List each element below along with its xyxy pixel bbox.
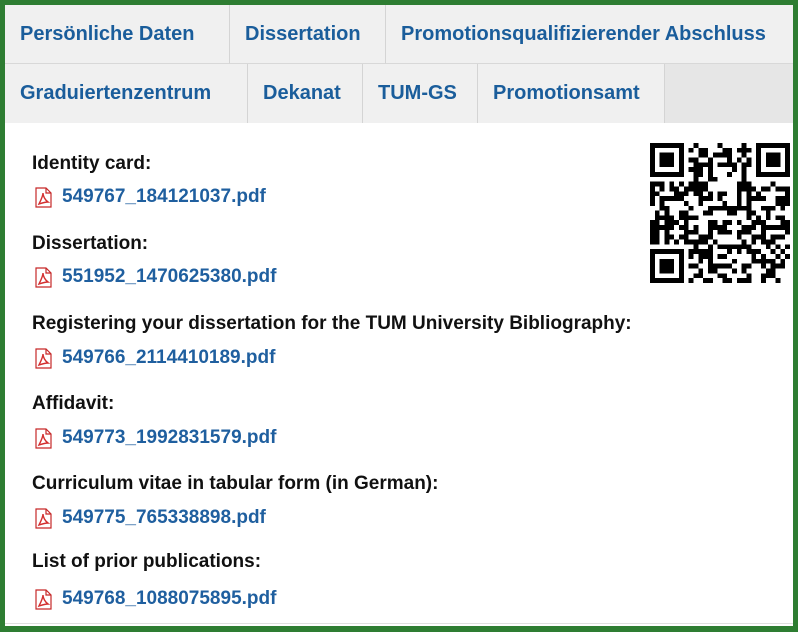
document-label-identity-card: Identity card: [32,153,152,174]
file-name[interactable]: 549775_765338898.pdf [62,507,266,529]
pdf-file-icon [35,266,52,288]
documents-content: Identity card: 549767_184121037.pdf Diss… [5,123,793,626]
file-link-affidavit[interactable]: 549773_1992831579.pdf [35,427,276,449]
file-name[interactable]: 551952_1470625380.pdf [62,266,276,288]
pdf-file-icon [35,427,52,449]
file-name[interactable]: 549766_2114410189.pdf [62,347,275,369]
document-label-dissertation: Dissertation: [32,233,149,254]
tab-graduate-center[interactable]: Graduiertenzentrum [5,64,248,123]
tab-tum-gs[interactable]: TUM-GS [363,64,478,123]
tab-dissertation[interactable]: Dissertation [230,5,386,64]
file-link-bibliography-registration[interactable]: 549766_2114410189.pdf [35,347,275,369]
tab-bar: Persönliche Daten Dissertation Promotion… [5,5,793,123]
file-name[interactable]: 549773_1992831579.pdf [62,427,276,449]
document-label-bibliography-registration: Registering your dissertation for the TU… [32,313,632,334]
file-link-identity-card[interactable]: 549767_184121037.pdf [35,186,266,208]
file-link-dissertation[interactable]: 551952_1470625380.pdf [35,266,276,288]
pdf-file-icon [35,588,52,610]
file-link-curriculum-vitae[interactable]: 549775_765338898.pdf [35,507,266,529]
tab-personal-data[interactable]: Persönliche Daten [5,5,230,64]
divider [5,623,793,624]
file-link-prior-publications[interactable]: 549768_1088075895.pdf [35,588,276,610]
tab-row-2: Graduiertenzentrum Dekanat TUM-GS Promot… [5,64,793,123]
tab-qualifying-degree[interactable]: Promotionsqualifizierender Abschluss [386,5,793,64]
file-name[interactable]: 549767_184121037.pdf [62,186,266,208]
qr-code [650,143,790,283]
document-label-prior-publications: List of prior publications: [32,551,262,572]
tab-deans-office[interactable]: Dekanat [248,64,363,123]
pdf-file-icon [35,186,52,208]
document-panel: Persönliche Daten Dissertation Promotion… [0,0,798,632]
tab-doctoral-office[interactable]: Promotionsamt [478,64,665,123]
document-label-affidavit: Affidavit: [32,393,115,414]
tab-row-1: Persönliche Daten Dissertation Promotion… [5,5,793,64]
pdf-file-icon [35,507,52,529]
file-name[interactable]: 549768_1088075895.pdf [62,588,276,610]
pdf-file-icon [35,347,52,369]
document-label-curriculum-vitae: Curriculum vitae in tabular form (in Ger… [32,473,439,494]
